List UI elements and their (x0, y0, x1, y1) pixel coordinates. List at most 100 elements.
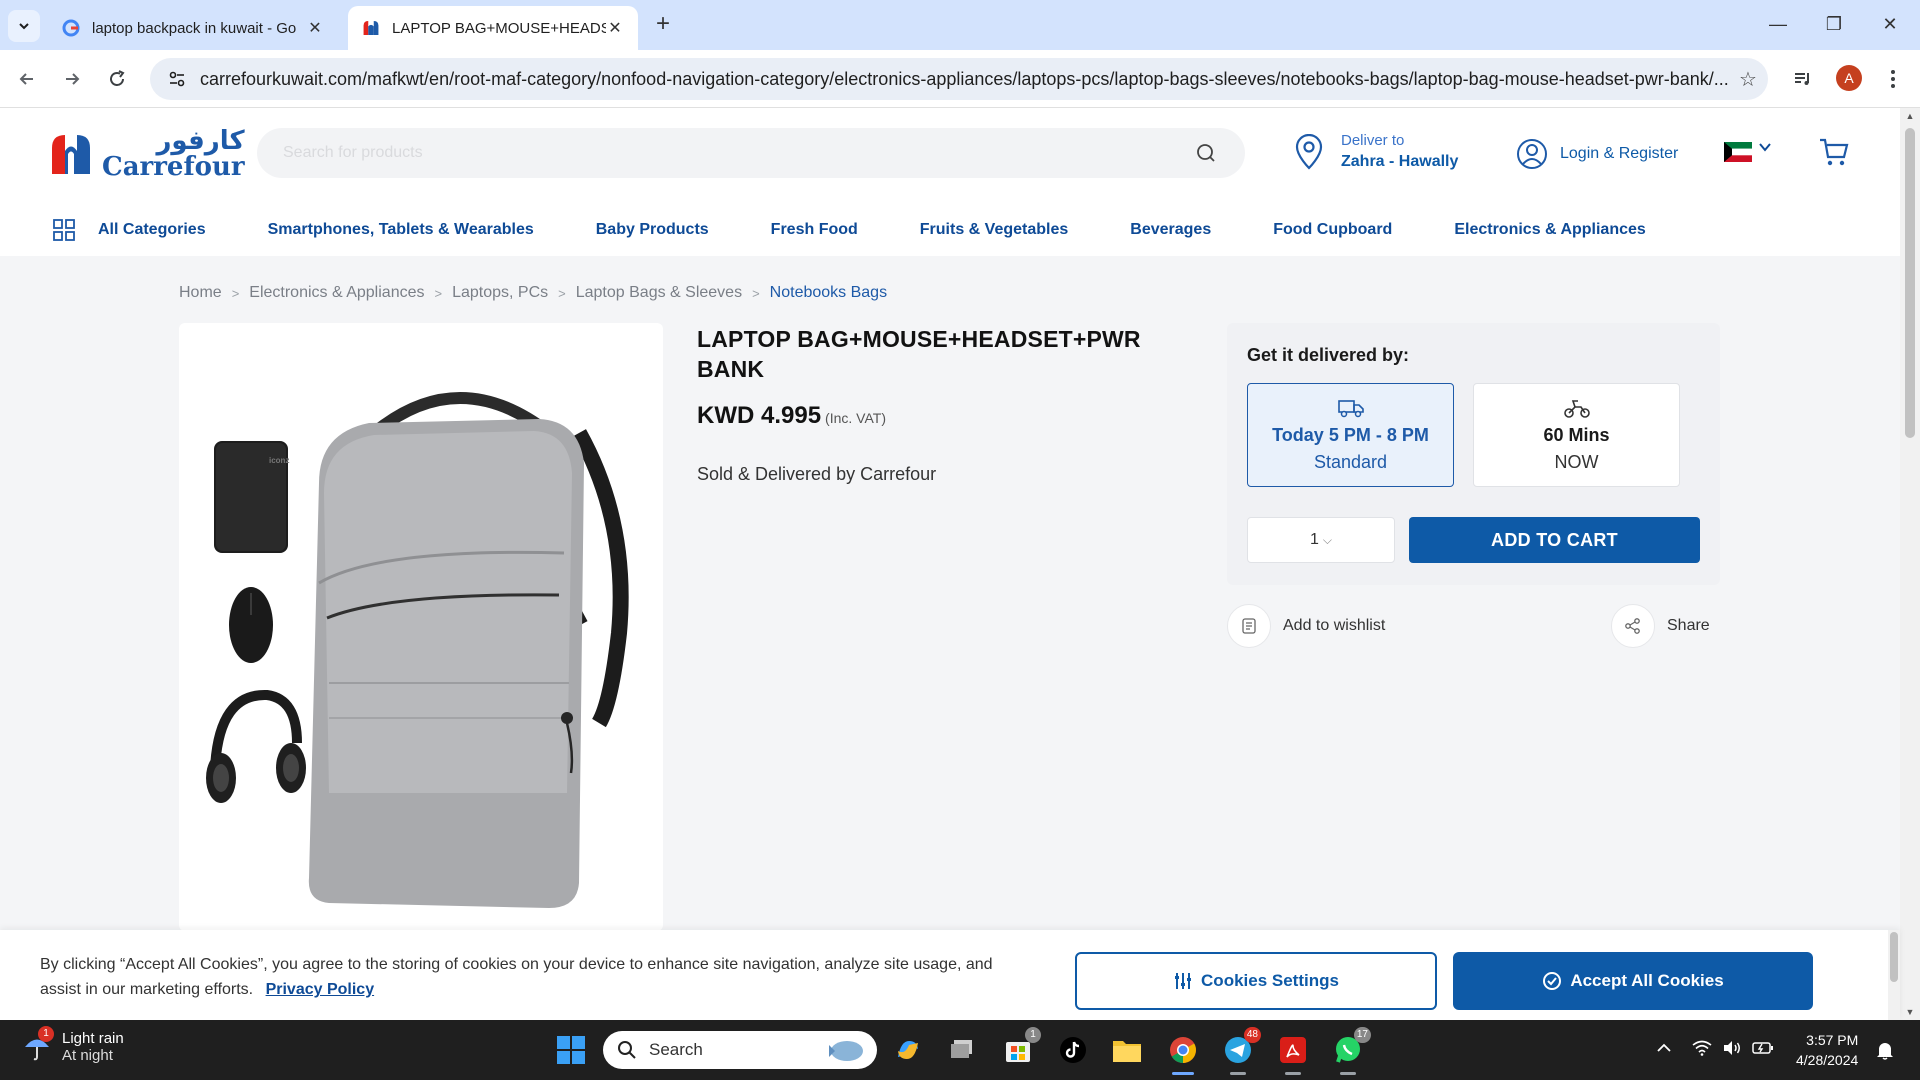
address-bar[interactable]: carrefourkuwait.com/mafkwt/en/root-maf-c… (150, 58, 1768, 100)
media-controls-icon[interactable] (1786, 62, 1820, 96)
breadcrumb-home[interactable]: Home (179, 284, 222, 302)
scroll-down-arrow-icon[interactable]: ▼ (1904, 1007, 1916, 1017)
umbrella-rain-icon: 1 (22, 1026, 54, 1062)
running-app-indicator (1340, 1072, 1356, 1075)
copilot-icon[interactable] (891, 1033, 925, 1067)
minimize-button[interactable]: — (1758, 8, 1798, 40)
category-fruits-vegetables[interactable]: Fruits & Vegetables (920, 221, 1069, 239)
share-button[interactable]: Share (1611, 604, 1710, 648)
chevron-down-icon[interactable] (1758, 140, 1772, 154)
new-tab-button[interactable]: + (650, 12, 676, 38)
cookies-settings-button[interactable]: Cookies Settings (1075, 952, 1437, 1010)
weather-time-of-day: At night (62, 1047, 113, 1064)
breadcrumb-laptops[interactable]: Laptops, PCs (452, 284, 548, 302)
task-view-icon[interactable] (946, 1033, 980, 1067)
carrefour-logo[interactable]: كارفور Carrefour (48, 128, 245, 180)
category-baby-products[interactable]: Baby Products (596, 221, 709, 239)
taskbar-search[interactable]: Search (603, 1031, 877, 1069)
google-g-icon (62, 19, 80, 37)
logo-arabic-text: كارفور (156, 126, 245, 156)
bookmark-star-icon[interactable]: ☆ (1728, 67, 1768, 92)
search-highlight-icon (829, 1041, 863, 1061)
accept-all-cookies-button[interactable]: Accept All Cookies (1453, 952, 1813, 1010)
scroll-up-arrow-icon[interactable]: ▲ (1904, 111, 1916, 121)
product-price: KWD 4.995 (Inc. VAT) (697, 402, 1207, 430)
tiktok-icon[interactable] (1056, 1033, 1090, 1067)
chevron-up-icon[interactable] (1656, 1040, 1672, 1061)
kuwait-flag-icon[interactable] (1724, 142, 1752, 162)
product-search-bar (257, 128, 1245, 178)
breadcrumb-electronics[interactable]: Electronics & Appliances (249, 284, 424, 302)
weather-condition: Light rain (62, 1030, 124, 1047)
tab-product-page[interactable]: LAPTOP BAG+MOUSE+HEADSE ✕ (348, 6, 638, 50)
cookie-scrollbar-thumb[interactable] (1890, 932, 1898, 982)
privacy-policy-link[interactable]: Privacy Policy (266, 981, 375, 998)
browser-menu-icon[interactable] (1876, 62, 1910, 96)
scooter-icon (1563, 400, 1590, 418)
logo-latin-text: Carrefour (102, 152, 245, 182)
quantity-selector[interactable]: 1 ⌵ (1247, 517, 1395, 563)
accept-all-cookies-label: Accept All Cookies (1570, 971, 1724, 990)
battery-charging-icon[interactable] (1752, 1040, 1774, 1061)
system-clock[interactable]: 3:57 PM 4/28/2024 (1796, 1030, 1858, 1070)
category-fresh-food[interactable]: Fresh Food (771, 221, 858, 239)
file-explorer-icon[interactable] (1110, 1033, 1144, 1067)
cart-icon[interactable] (1818, 136, 1850, 168)
reload-button[interactable] (100, 62, 134, 96)
scrollbar-thumb[interactable] (1905, 128, 1915, 438)
volume-icon[interactable] (1722, 1040, 1742, 1061)
cookie-banner: By clicking “Accept All Cookies”, you ag… (0, 930, 1900, 1020)
product-image-panel[interactable]: iconz (179, 323, 663, 931)
search-input[interactable] (283, 144, 1193, 162)
site-header: كارفور Carrefour Deliver to Zahra - Hawa… (0, 108, 1900, 256)
system-tray (1656, 1020, 1774, 1080)
add-to-wishlist-button[interactable]: Add to wishlist (1227, 604, 1385, 648)
notification-bell-icon[interactable] (1876, 1040, 1894, 1065)
forward-button[interactable] (55, 62, 89, 96)
cookie-message-block: By clicking “Accept All Cookies”, you ag… (40, 952, 1020, 1002)
close-tab-icon[interactable]: ✕ (306, 18, 324, 38)
windows-start-icon[interactable] (554, 1033, 588, 1067)
whatsapp-icon[interactable]: 17 (1331, 1027, 1371, 1075)
tab-google-search[interactable]: laptop backpack in kuwait - Go ✕ (48, 6, 338, 50)
site-info-icon[interactable] (166, 68, 188, 90)
close-window-button[interactable]: ✕ (1870, 8, 1910, 40)
chrome-icon[interactable] (1166, 1033, 1200, 1075)
page-scrollbar[interactable]: ▲ ▼ (1900, 108, 1920, 1020)
grid-icon[interactable] (52, 218, 76, 242)
cookie-scrollbar[interactable] (1888, 930, 1900, 1020)
cookie-message: By clicking “Accept All Cookies”, you ag… (40, 956, 993, 998)
login-register-link[interactable]: Login & Register (1516, 138, 1678, 170)
category-food-cupboard[interactable]: Food Cupboard (1273, 221, 1392, 239)
category-beverages[interactable]: Beverages (1130, 221, 1211, 239)
wifi-icon[interactable] (1692, 1040, 1712, 1061)
add-to-cart-button[interactable]: ADD TO CART (1409, 517, 1700, 563)
close-tab-icon[interactable]: ✕ (606, 18, 624, 38)
price-amount: KWD 4.995 (697, 402, 822, 429)
category-smartphones[interactable]: Smartphones, Tablets & Wearables (268, 221, 534, 239)
url-text: carrefourkuwait.com/mafkwt/en/root-maf-c… (200, 68, 1728, 89)
telegram-badge: 48 (1243, 1027, 1261, 1043)
category-electronics[interactable]: Electronics & Appliances (1454, 221, 1645, 239)
profile-avatar[interactable]: A (1836, 65, 1862, 91)
tab-title: laptop backpack in kuwait - Go (92, 19, 297, 37)
chevron-down-icon: ⌵ (1322, 532, 1332, 547)
delivery-option-type: Standard (1313, 452, 1388, 472)
delivery-option-standard[interactable]: Today 5 PM - 8 PM Standard (1247, 383, 1454, 487)
restore-button[interactable]: ❐ (1814, 8, 1854, 40)
weather-widget[interactable]: 1 Light rain At night (22, 1026, 124, 1064)
running-app-indicator (1285, 1072, 1301, 1075)
acrobat-icon[interactable] (1276, 1033, 1310, 1075)
telegram-icon[interactable]: 48 (1221, 1027, 1261, 1075)
category-all[interactable]: All Categories (98, 221, 206, 239)
back-button[interactable] (10, 62, 44, 96)
mouse-image (229, 587, 273, 663)
delivery-option-express[interactable]: 60 Mins NOW (1473, 383, 1680, 487)
breadcrumb-laptop-bags[interactable]: Laptop Bags & Sleeves (576, 284, 742, 302)
tab-search-button[interactable] (8, 10, 40, 42)
search-icon[interactable] (1193, 140, 1219, 166)
microsoft-store-icon[interactable]: 1 (1001, 1027, 1041, 1067)
share-icon (1611, 604, 1655, 648)
deliver-to-selector[interactable]: Deliver to Zahra - Hawally (1293, 132, 1458, 171)
user-icon (1517, 139, 1547, 169)
